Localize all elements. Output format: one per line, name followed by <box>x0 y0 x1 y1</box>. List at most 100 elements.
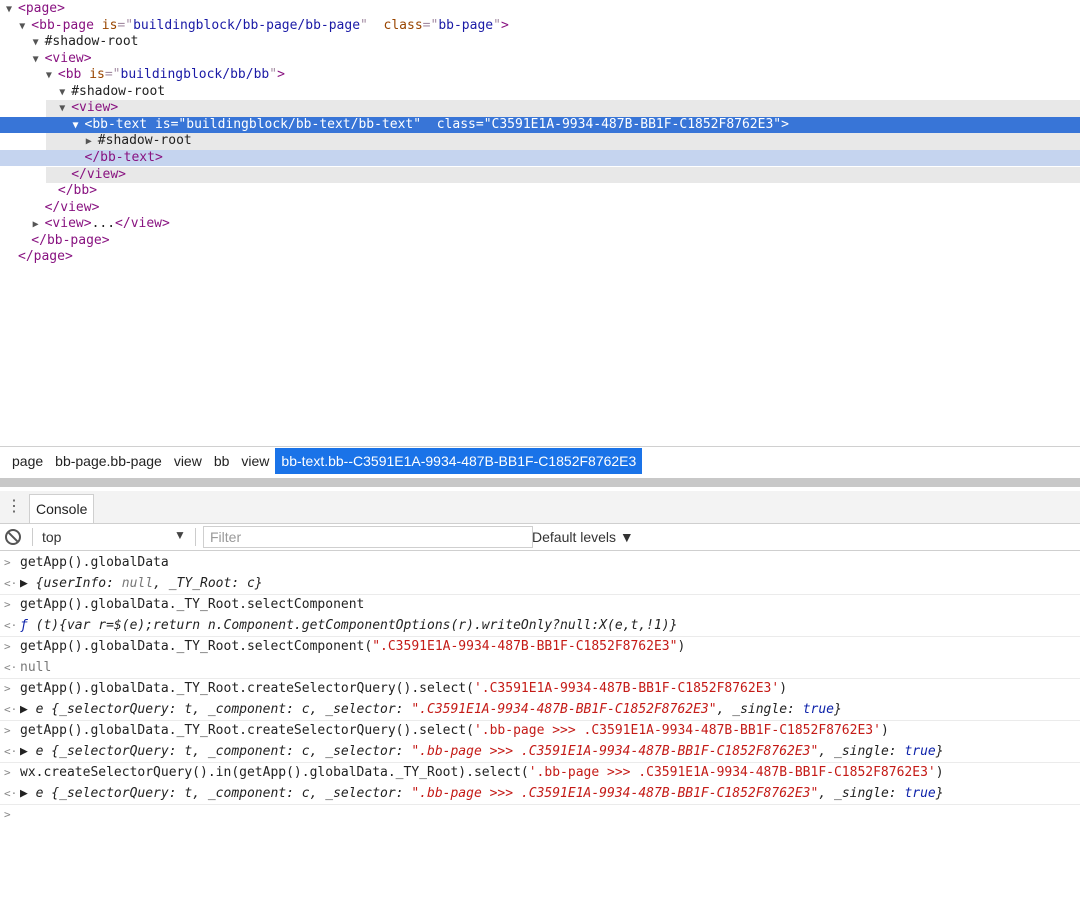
node-token: is <box>89 67 105 83</box>
clear-console-icon[interactable] <box>5 529 21 545</box>
log-levels-dropdown[interactable]: Default levels ▼ <box>532 528 634 546</box>
console-token: e {_selectorQuery: t, _component: c, _se… <box>35 743 412 759</box>
console-message: > getApp().globalData._TY_Root.createSele… <box>0 721 1080 741</box>
expand-triangle-icon[interactable]: ▼ <box>19 19 31 36</box>
console-token: ) <box>935 765 944 780</box>
node-token: > <box>64 249 73 265</box>
node-token: > <box>154 149 163 165</box>
breadcrumb-item[interactable]: page <box>6 448 49 474</box>
node-token: " <box>360 17 368 33</box>
console-text: getApp().globalData._TY_Root.selectCompo… <box>20 637 685 657</box>
context-select[interactable]: top <box>42 528 192 546</box>
console-prompt[interactable]: > <box>0 805 1080 825</box>
dom-node[interactable]: </page> <box>0 249 1080 266</box>
node-token: <bb-text <box>84 116 148 132</box>
console-token: {userInfo: <box>35 575 122 591</box>
console-text: ▶ {userInfo: null, _TY_Root: c} <box>20 574 263 594</box>
console-token: '.bb-page >>> .C3591E1A-9934-487B-BB1F-C… <box>473 723 881 738</box>
console-token: , _single: <box>818 785 905 801</box>
console-token: getApp().globalData._TY_Root.selectCompo… <box>20 639 373 654</box>
node-token: <bb <box>57 67 82 83</box>
filter-input[interactable] <box>203 526 533 548</box>
dom-node[interactable]: ▼ <page> <box>0 1 1080 18</box>
collapse-triangle-icon[interactable]: ▶ <box>33 217 45 234</box>
expand-triangle-icon[interactable]: ▼ <box>33 52 45 69</box>
breadcrumb-item[interactable]: bb <box>208 448 236 474</box>
console-text: getApp().globalData._TY_Root.createSelec… <box>20 679 787 699</box>
console-message: > getApp().globalData._TY_Root.createSele… <box>0 679 1080 699</box>
breadcrumb-item[interactable]: bb-page.bb-page <box>49 448 168 474</box>
dom-node[interactable]: ▼ <bb-text is="buildingblock/bb-text/bb-t… <box>0 116 1080 135</box>
console-token: ".C3591E1A-9934-487B-BB1F-C1852F8762E3" <box>411 701 717 717</box>
result-arrow-icon: <· <box>4 660 18 674</box>
node-token: </bb <box>57 183 90 199</box>
dom-node[interactable]: ▼ <view> <box>0 51 1080 68</box>
node-token: > <box>110 100 119 116</box>
expand-triangle-icon[interactable]: ▼ <box>6 2 18 19</box>
expand-triangle-icon[interactable]: ▼ <box>33 35 45 52</box>
console-token: , _TY_Root: c} <box>153 575 263 591</box>
expand-triangle-icon[interactable]: ▼ <box>73 118 85 135</box>
input-prompt-icon: > <box>4 682 11 695</box>
dom-node[interactable]: </bb-page> <box>0 233 1080 250</box>
console-message: > getApp().globalData._TY_Root.selectComp… <box>0 637 1080 657</box>
node-token: > <box>162 216 170 232</box>
input-prompt-icon: > <box>4 640 11 653</box>
breadcrumb-item[interactable]: bb-text.bb--C3591E1A-9934-487B-BB1F-C185… <box>275 448 643 474</box>
breadcrumb: page bb-page.bb-page view bb view bb-text.bb-… <box>0 446 1080 475</box>
node-token: is <box>154 116 171 132</box>
dom-node[interactable]: ▶ #shadow-root <box>46 133 1080 150</box>
console-token: true <box>802 701 834 717</box>
dom-node[interactable]: </bb-text> <box>0 149 1080 167</box>
node-token: > <box>118 166 126 182</box>
node-token: #shadow-root <box>71 83 166 99</box>
node-token: buildingblock/bb/bb <box>120 67 270 83</box>
node-token: </bb-page <box>31 232 102 248</box>
result-arrow-icon: <· <box>4 702 18 716</box>
node-token: bb-page <box>438 17 494 33</box>
node-token <box>421 117 437 132</box>
node-token: class <box>436 116 476 132</box>
expand-triangle-icon[interactable]: ▼ <box>46 68 58 85</box>
input-prompt-icon: > <box>4 724 11 737</box>
collapse-triangle-icon[interactable]: ▶ <box>86 134 98 151</box>
node-token: > <box>91 199 100 215</box>
expand-triangle-icon[interactable]: ▼ <box>59 85 71 102</box>
console-text: getApp().globalData._TY_Root.createSelec… <box>20 721 889 741</box>
console-toolbar: top ▼ Default levels ▼ <box>0 524 1080 551</box>
breadcrumb-item[interactable]: view <box>235 448 275 474</box>
result-arrow-icon: <· <box>4 576 18 590</box>
node-token: =" <box>104 67 121 83</box>
toolbar-divider <box>195 528 196 546</box>
dom-node[interactable]: ▶ <view>...</view> <box>0 216 1080 233</box>
dom-node[interactable]: </view> <box>0 200 1080 217</box>
dom-node[interactable]: </view> <box>46 166 1080 183</box>
drawer-menu-icon[interactable]: ⋮ <box>6 497 22 517</box>
node-token: > <box>83 216 92 232</box>
dom-node[interactable]: ▼ #shadow-root <box>0 84 1080 101</box>
console-text: getApp().globalData <box>20 553 169 573</box>
dom-node[interactable]: ▼ <view> <box>46 100 1080 117</box>
breadcrumb-item[interactable]: view <box>168 448 208 474</box>
node-token: C3591E1A-9934-487B-BB1F-C1852F8762E3 <box>491 116 774 132</box>
tab-console[interactable]: Console <box>29 494 95 523</box>
console-message: <· ▶ e {_selectorQuery: t, _component: c,… <box>0 700 1080 721</box>
dom-node[interactable]: ▼ <bb-page is="buildingblock/bb-page/bb-p… <box>0 18 1080 35</box>
chevron-down-icon[interactable]: ▼ <box>174 528 186 542</box>
node-token: " <box>773 116 782 132</box>
dom-node[interactable]: ▼ #shadow-root <box>0 34 1080 51</box>
node-token: </bb-text <box>84 149 155 165</box>
console-message: <· null <box>0 658 1080 679</box>
panel-resizer[interactable] <box>0 478 1080 487</box>
node-token: =" <box>422 17 439 33</box>
node-token: > <box>83 50 92 66</box>
dom-node[interactable]: </bb> <box>0 183 1080 200</box>
node-token: <view <box>44 216 84 232</box>
expand-triangle-icon[interactable]: ▼ <box>59 101 71 118</box>
dom-node[interactable]: ▼ <bb is="buildingblock/bb/bb"> <box>0 67 1080 84</box>
console-token: null <box>20 659 52 675</box>
node-token: " <box>493 17 501 33</box>
input-prompt-icon: > <box>4 808 11 821</box>
elements-tree-panel: ▼ <page> ▼ <bb-page is="buildingblock/bb-pa… <box>0 0 1080 446</box>
console-token: } <box>935 785 944 801</box>
